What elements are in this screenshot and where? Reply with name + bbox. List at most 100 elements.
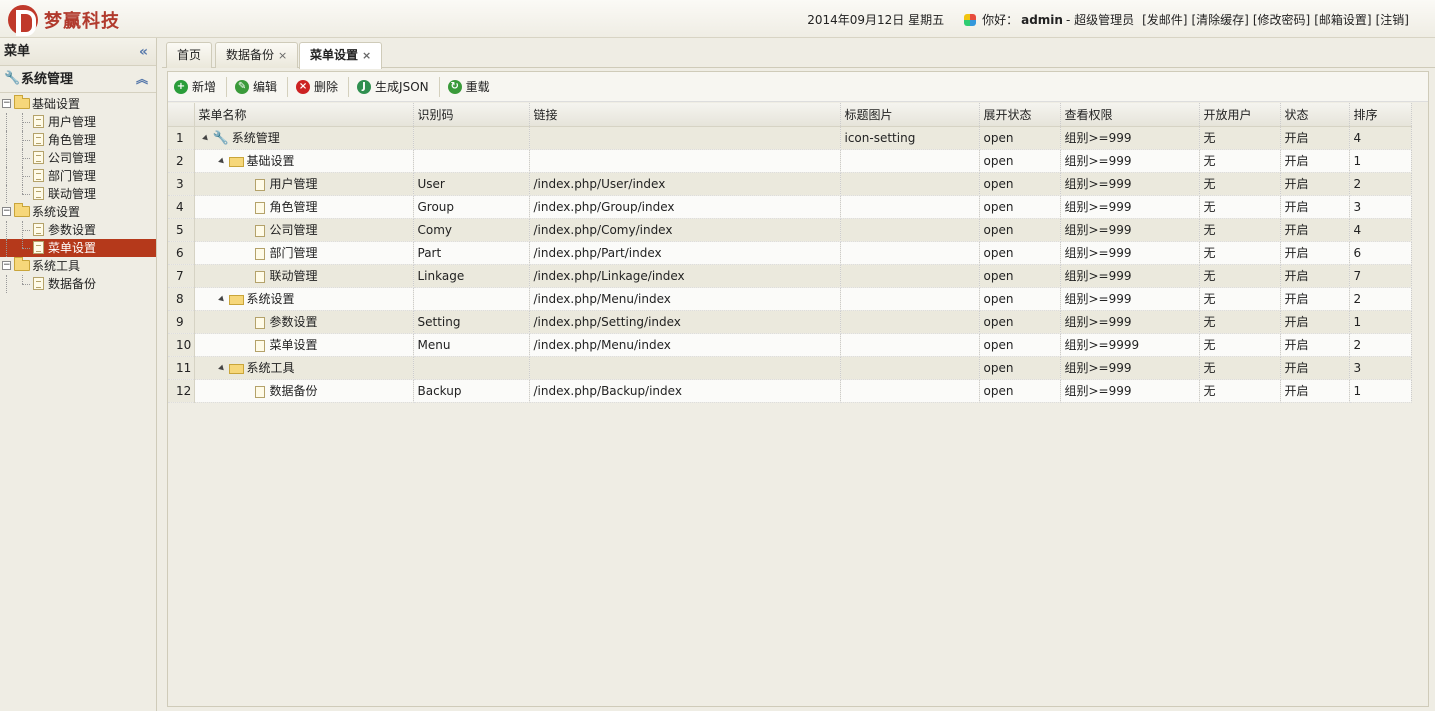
tree-item[interactable]: 角色管理: [0, 131, 156, 149]
delete-button[interactable]: × 删除: [296, 78, 338, 95]
link-cell: /index.php/Linkage/index: [529, 264, 841, 288]
change-password-link[interactable]: [修改密码]: [1253, 11, 1310, 28]
column-header[interactable]: 排序: [1349, 103, 1412, 127]
table-row[interactable]: 8 系统设置/index.php/Menu/index open 组别>=999 无开启…: [168, 287, 1412, 311]
menu-name: 部门管理: [269, 246, 318, 260]
code-cell: Backup: [413, 379, 530, 403]
tree-guide-line: [22, 248, 30, 249]
collapse-icon[interactable]: −: [2, 99, 11, 108]
tree-label: 基础设置: [32, 97, 81, 111]
permission-cell: 组别>=9999: [1060, 333, 1200, 357]
icon-cell: icon-setting: [840, 126, 980, 150]
column-header[interactable]: 查看权限: [1060, 103, 1200, 127]
tree-item[interactable]: 参数设置: [0, 221, 156, 239]
expand-arrow-icon[interactable]: [201, 134, 210, 143]
generate-json-button[interactable]: J 生成JSON: [357, 78, 429, 95]
collapse-section-icon[interactable]: ︽: [136, 66, 148, 93]
column-header[interactable]: 识别码: [413, 103, 530, 127]
link-cell: /index.php/Backup/index: [529, 379, 841, 403]
close-icon[interactable]: ×: [278, 49, 287, 62]
table-row[interactable]: 1 🔧 系统管理 icon-setting open 组别>=999 无开启 4: [168, 126, 1412, 150]
reload-label: 重载: [465, 80, 490, 94]
open-user-cell: 无: [1199, 264, 1281, 288]
column-header[interactable]: 展开状态: [979, 103, 1061, 127]
sort-cell: 2: [1349, 287, 1412, 311]
tab-data-backup[interactable]: 数据备份 ×: [215, 42, 299, 68]
permission-cell: 组别>=999: [1060, 218, 1200, 242]
tab-menu-settings[interactable]: 菜单设置 ×: [299, 42, 383, 69]
table-row[interactable]: 12 数据备份 Backup/index.php/Backup/index open 组…: [168, 379, 1412, 403]
send-mail-link[interactable]: [发邮件]: [1142, 11, 1187, 28]
table-row[interactable]: 5 公司管理 Comy/index.php/Comy/index open 组别>=99…: [168, 218, 1412, 242]
status-cell: 开启: [1280, 333, 1350, 357]
tree-item[interactable]: 菜单设置: [0, 239, 156, 257]
table-row[interactable]: 10 菜单设置 Menu/index.php/Menu/index open 组别>=9…: [168, 333, 1412, 357]
permission-cell: 组别>=999: [1060, 241, 1200, 265]
sidebar-section[interactable]: 🔧 系统管理 ︽: [0, 66, 156, 93]
table-row[interactable]: 6 部门管理 Part/index.php/Part/index open 组别>=99…: [168, 241, 1412, 265]
column-header[interactable]: 开放用户: [1199, 103, 1281, 127]
refresh-icon: ↻: [447, 79, 462, 94]
tree-guide-line: [22, 122, 30, 123]
status-cell: 开启: [1280, 264, 1350, 288]
collapse-icon[interactable]: −: [2, 207, 11, 216]
tree-item[interactable]: 用户管理: [0, 113, 156, 131]
tree-item[interactable]: 联动管理: [0, 185, 156, 203]
table-row[interactable]: 11 系统工具 open 组别>=999 无开启 3: [168, 356, 1412, 380]
sort-cell: 1: [1349, 310, 1412, 334]
expand-arrow-icon[interactable]: [217, 295, 226, 304]
expand-state-cell: open: [979, 287, 1061, 311]
column-header[interactable]: 菜单名称: [194, 103, 414, 127]
tree-guide-line: [6, 167, 7, 185]
code-cell: [413, 356, 530, 380]
reload-button[interactable]: ↻ 重载: [447, 78, 490, 95]
document-icon: [254, 270, 265, 283]
close-icon[interactable]: ×: [362, 49, 371, 62]
logout-link[interactable]: [注销]: [1376, 11, 1409, 28]
document-icon: [254, 224, 265, 237]
icon-cell: [840, 379, 980, 403]
tree-item[interactable]: 部门管理: [0, 167, 156, 185]
menu-name: 菜单设置: [269, 338, 318, 352]
edit-button[interactable]: ✎ 编辑: [235, 78, 277, 95]
table-row[interactable]: 3 用户管理 User/index.php/User/index open 组别>=99…: [168, 172, 1412, 196]
icon-cell: [840, 333, 980, 357]
table-row[interactable]: 2 基础设置 open 组别>=999 无开启 1: [168, 149, 1412, 173]
pencil-icon: ✎: [235, 79, 250, 94]
mail-settings-link[interactable]: [邮箱设置]: [1314, 11, 1371, 28]
status-cell: 开启: [1280, 172, 1350, 196]
expand-arrow-icon[interactable]: [217, 157, 226, 166]
open-user-cell: 无: [1199, 333, 1281, 357]
json-icon: J: [357, 79, 372, 94]
tree-folder[interactable]: − 系统工具: [0, 257, 156, 275]
link-cell: [529, 126, 841, 150]
user-icon: [964, 13, 977, 26]
table-row[interactable]: 9 参数设置 Setting/index.php/Setting/index open…: [168, 310, 1412, 334]
plus-icon: +: [174, 79, 188, 94]
menu-name: 参数设置: [269, 315, 318, 329]
expand-arrow-icon[interactable]: [217, 364, 226, 373]
tree-folder[interactable]: − 系统设置: [0, 203, 156, 221]
clear-cache-link[interactable]: [清除缓存]: [1192, 11, 1249, 28]
collapse-sidebar-icon[interactable]: «: [139, 38, 148, 66]
column-header[interactable]: 状态: [1280, 103, 1350, 127]
permission-cell: 组别>=999: [1060, 195, 1200, 219]
code-cell: Comy: [413, 218, 530, 242]
column-header[interactable]: 标题图片: [840, 103, 980, 127]
code-cell: [413, 149, 530, 173]
tree-item[interactable]: 公司管理: [0, 149, 156, 167]
collapse-icon[interactable]: −: [2, 261, 11, 270]
add-label: 新增: [192, 80, 217, 94]
tree-folder[interactable]: − 基础设置: [0, 95, 156, 113]
permission-cell: 组别>=999: [1060, 149, 1200, 173]
column-header[interactable]: 链接: [529, 103, 841, 127]
table-row[interactable]: 7 联动管理 Linkage/index.php/Linkage/index open…: [168, 264, 1412, 288]
expand-state-cell: open: [979, 310, 1061, 334]
tab-home[interactable]: 首页: [166, 42, 213, 68]
icon-cell: [840, 172, 980, 196]
add-button[interactable]: + 新增: [174, 78, 216, 95]
table-row[interactable]: 4 角色管理 Group/index.php/Group/index open 组别>=…: [168, 195, 1412, 219]
name-cell: 系统设置: [194, 287, 414, 311]
status-cell: 开启: [1280, 149, 1350, 173]
tree-item[interactable]: 数据备份: [0, 275, 156, 293]
